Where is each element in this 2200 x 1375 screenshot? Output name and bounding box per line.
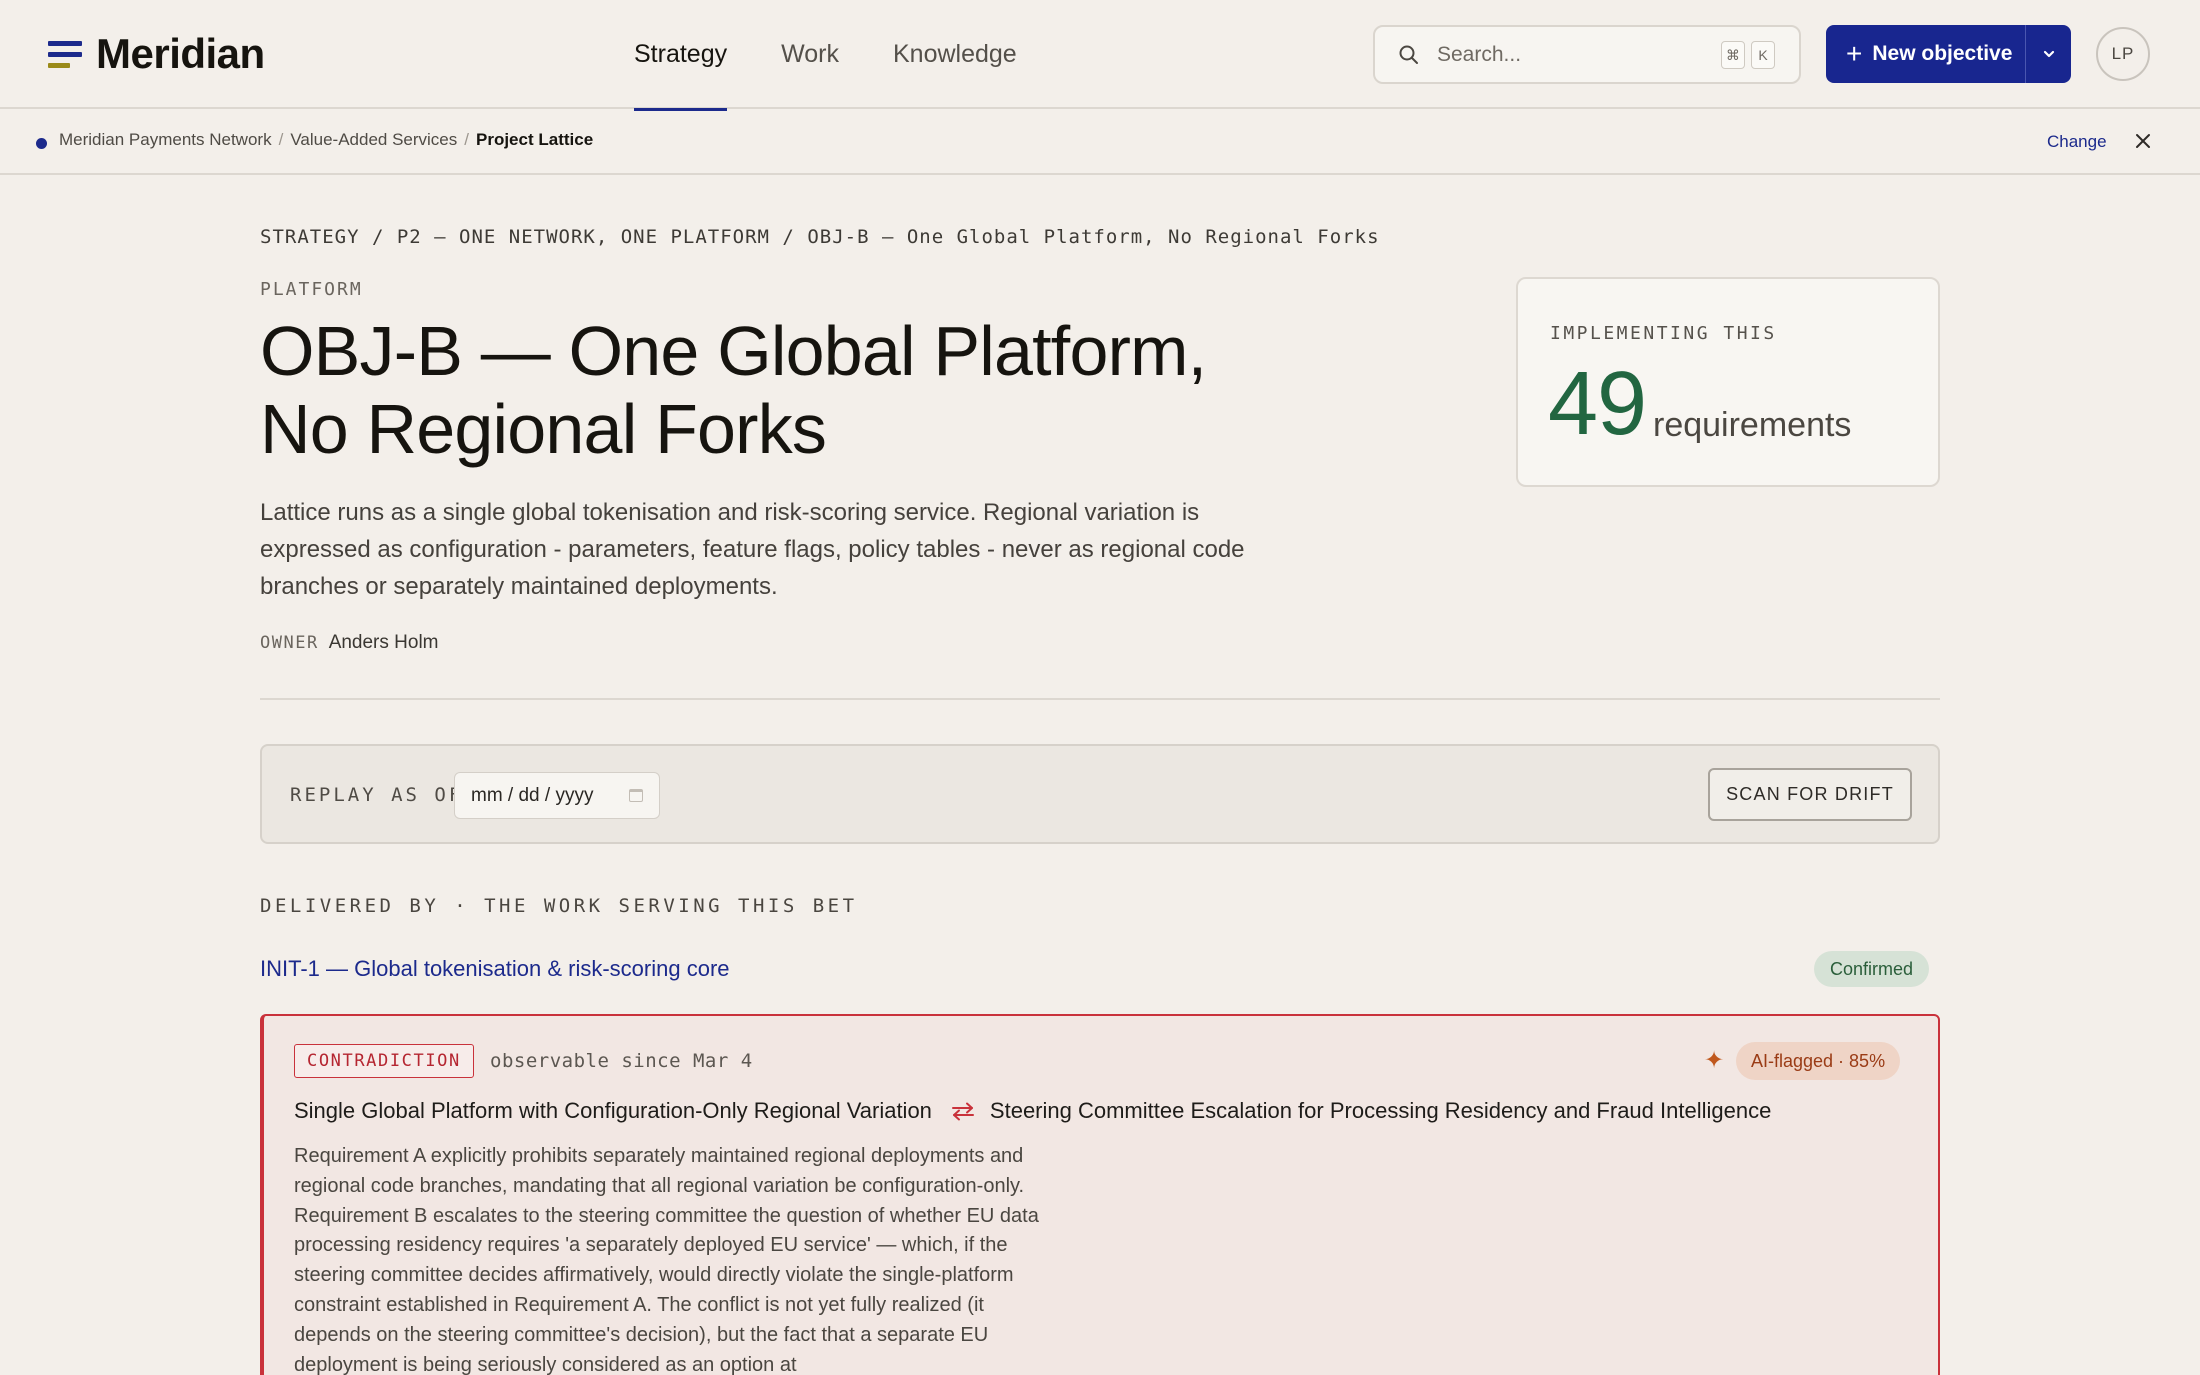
new-objective-split-button: + New objective <box>1826 25 2071 83</box>
plus-icon: + <box>1846 38 1863 69</box>
nav-item-knowledge[interactable]: Knowledge <box>893 0 1017 109</box>
context-crumb-area[interactable]: Value-Added Services <box>290 130 457 150</box>
calendar-icon[interactable] <box>629 789 643 802</box>
sparkle-icon: ✦ <box>1704 1047 1725 1074</box>
new-objective-button[interactable]: + New objective <box>1826 25 2025 83</box>
shortcut-cmd-key: ⌘ <box>1721 41 1745 69</box>
initiative-link[interactable]: INIT-1 — Global tokenisation & risk-scor… <box>260 956 730 982</box>
implementing-label: IMPLEMENTING THIS <box>1550 323 1777 344</box>
context-breadcrumb: Meridian Payments Network / Value-Added … <box>59 130 593 150</box>
chevron-down-icon <box>2043 50 2054 58</box>
context-bar: Meridian Payments Network / Value-Added … <box>0 109 2200 175</box>
change-context-link[interactable]: Change <box>2047 132 2107 152</box>
search-box[interactable]: ⌘ K <box>1373 25 1801 84</box>
context-dot-icon <box>36 138 47 149</box>
new-objective-menu-button[interactable] <box>2025 25 2071 83</box>
top-bar: Meridian Strategy Work Knowledge ⌘ K + N… <box>0 0 2200 111</box>
implementing-card[interactable]: IMPLEMENTING THIS 49 requirements <box>1516 277 1940 487</box>
requirement-a-link[interactable]: Single Global Platform with Configuratio… <box>294 1098 932 1124</box>
owner-name[interactable]: Anders Holm <box>329 632 439 654</box>
scan-for-drift-button[interactable]: SCAN FOR DRIFT <box>1708 768 1912 821</box>
status-badge: Confirmed <box>1814 951 1930 987</box>
objective-category: PLATFORM <box>260 279 363 300</box>
contradiction-tag: CONTRADICTION <box>294 1044 474 1078</box>
crumb-separator: / <box>464 130 469 149</box>
section-divider <box>260 698 1940 700</box>
app-logo[interactable]: Meridian <box>48 30 265 78</box>
replay-panel: REPLAY AS OF mm / dd / yyyy SCAN FOR DRI… <box>260 744 1940 844</box>
requirement-b-link[interactable]: Steering Committee Escalation for Proces… <box>990 1098 1771 1124</box>
context-crumb-org[interactable]: Meridian Payments Network <box>59 130 272 150</box>
search-input[interactable] <box>1437 42 1687 67</box>
user-avatar[interactable]: LP <box>2096 27 2150 81</box>
main-nav: Strategy Work Knowledge <box>634 0 1071 111</box>
owner-label: OWNER <box>260 633 319 653</box>
replay-date-input[interactable]: mm / dd / yyyy <box>454 772 660 819</box>
new-objective-label: New objective <box>1872 42 2013 65</box>
ai-flag-badge: AI-flagged · 85% <box>1736 1042 1901 1080</box>
crumb-separator: / <box>278 130 284 149</box>
nav-item-work[interactable]: Work <box>781 0 839 109</box>
replay-label: REPLAY AS OF <box>290 784 464 806</box>
app-name: Meridian <box>96 30 265 77</box>
context-crumb-project: Project Lattice <box>476 130 594 149</box>
delivered-heading: DELIVERED BY · THE WORK SERVING THIS BET <box>260 895 858 917</box>
date-placeholder: mm / dd / yyyy <box>471 784 594 806</box>
objective-description: Lattice runs as a single global tokenisa… <box>260 499 1245 600</box>
logo-mark-icon <box>48 39 82 69</box>
requirements-count: 49 <box>1548 354 1647 454</box>
observable-since: observable since Mar 4 <box>490 1050 753 1072</box>
requirements-unit: requirements <box>1653 406 1852 444</box>
page-title: OBJ-B — One Global Platform, No Regional… <box>260 312 1207 468</box>
owner-row: OWNER Anders Holm <box>260 632 439 654</box>
shortcut-k-key: K <box>1751 41 1775 69</box>
contradiction-card[interactable]: CONTRADICTION observable since Mar 4 ✦ A… <box>260 1014 1940 1375</box>
nav-item-strategy[interactable]: Strategy <box>634 0 728 111</box>
requirement-pair: Single Global Platform with Configuratio… <box>294 1098 1771 1124</box>
contradiction-explanation: Requirement A explicitly prohibits separ… <box>294 1145 1039 1375</box>
page-breadcrumb: STRATEGY / P2 — ONE NETWORK, ONE PLATFOR… <box>260 226 1380 248</box>
conflict-arrows-icon <box>951 1102 974 1121</box>
search-icon <box>1399 45 1418 64</box>
close-icon[interactable] <box>2133 131 2153 151</box>
